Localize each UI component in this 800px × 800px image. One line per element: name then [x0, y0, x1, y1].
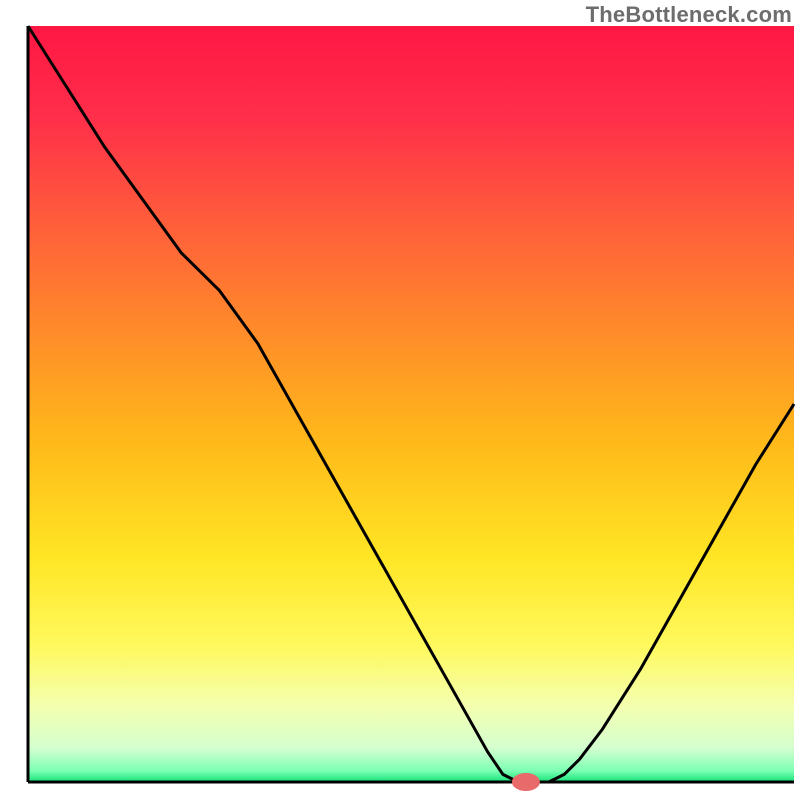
plot-background: [28, 26, 794, 782]
optimum-marker: [512, 773, 540, 791]
watermark-label: TheBottleneck.com: [586, 2, 792, 28]
chart-svg: [0, 0, 800, 800]
bottleneck-chart: TheBottleneck.com: [0, 0, 800, 800]
